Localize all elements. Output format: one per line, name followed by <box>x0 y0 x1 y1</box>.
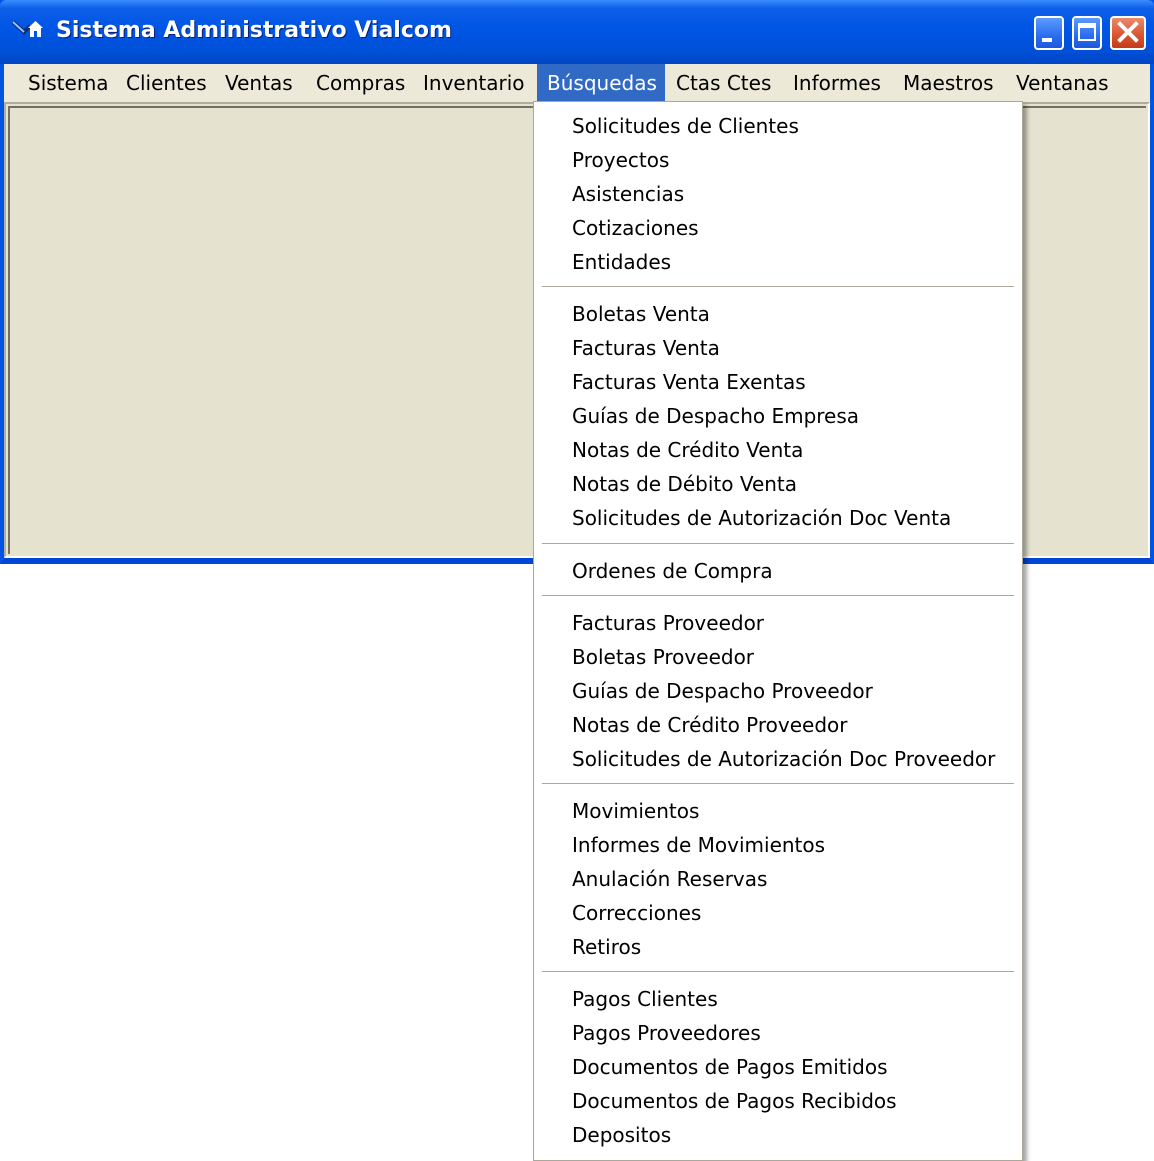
menu-item-notas-credito-proveedor[interactable]: Notas de Crédito Proveedor <box>572 708 848 742</box>
busquedas-dropdown-menu: Solicitudes de Clientes Proyectos Asiste… <box>533 101 1023 1161</box>
menu-informes[interactable]: Informes <box>783 64 891 102</box>
menu-separator <box>542 971 1014 973</box>
menu-maestros[interactable]: Maestros <box>893 64 1004 102</box>
close-button[interactable] <box>1110 16 1146 50</box>
menu-item-notas-credito-venta[interactable]: Notas de Crédito Venta <box>572 433 803 467</box>
maximize-icon <box>1078 23 1096 41</box>
menu-busquedas[interactable]: Búsquedas <box>537 64 665 102</box>
menu-ctas-ctes[interactable]: Ctas Ctes <box>666 64 781 102</box>
close-icon <box>1117 21 1139 43</box>
menu-separator <box>542 543 1014 545</box>
menu-item-boletas-venta[interactable]: Boletas Venta <box>572 297 710 331</box>
menu-item-ordenes-de-compra[interactable]: Ordenes de Compra <box>572 554 773 588</box>
menu-item-proyectos[interactable]: Proyectos <box>572 143 669 177</box>
menu-item-solicitudes-autorizacion-doc-venta[interactable]: Solicitudes de Autorización Doc Venta <box>572 501 951 535</box>
menu-item-documentos-pagos-emitidos[interactable]: Documentos de Pagos Emitidos <box>572 1050 888 1084</box>
menu-item-facturas-venta[interactable]: Facturas Venta <box>572 331 720 365</box>
menu-bar: Sistema Clientes Ventas Compras Inventar… <box>4 64 1150 102</box>
menu-item-anulacion-reservas[interactable]: Anulación Reservas <box>572 862 767 896</box>
app-icon <box>11 20 43 37</box>
menu-item-correcciones[interactable]: Correcciones <box>572 896 701 930</box>
menu-item-solicitudes-autorizacion-doc-proveedor[interactable]: Solicitudes de Autorización Doc Proveedo… <box>572 742 995 776</box>
menu-item-pagos-clientes[interactable]: Pagos Clientes <box>572 982 718 1016</box>
menu-item-pagos-proveedores[interactable]: Pagos Proveedores <box>572 1016 761 1050</box>
maximize-button[interactable] <box>1072 16 1102 50</box>
menu-item-entidades[interactable]: Entidades <box>572 245 671 279</box>
menu-item-cotizaciones[interactable]: Cotizaciones <box>572 211 699 245</box>
window-title: Sistema Administrativo Vialcom <box>56 18 452 43</box>
menu-ventas[interactable]: Ventas <box>215 64 303 102</box>
menu-item-retiros[interactable]: Retiros <box>572 930 641 964</box>
menu-item-depositos[interactable]: Depositos <box>572 1118 671 1152</box>
menu-separator <box>542 595 1014 597</box>
menu-item-movimientos[interactable]: Movimientos <box>572 794 699 828</box>
minimize-icon <box>1042 38 1052 42</box>
menu-compras[interactable]: Compras <box>306 64 415 102</box>
menu-item-boletas-proveedor[interactable]: Boletas Proveedor <box>572 640 754 674</box>
menu-separator <box>542 286 1014 288</box>
title-bar[interactable]: Sistema Administrativo Vialcom <box>0 0 1154 64</box>
menu-item-notas-debito-venta[interactable]: Notas de Débito Venta <box>572 467 797 501</box>
menu-item-facturas-proveedor[interactable]: Facturas Proveedor <box>572 606 764 640</box>
menu-item-guias-despacho-proveedor[interactable]: Guías de Despacho Proveedor <box>572 674 873 708</box>
menu-item-solicitudes-de-clientes[interactable]: Solicitudes de Clientes <box>572 109 799 143</box>
menu-item-informes-de-movimientos[interactable]: Informes de Movimientos <box>572 828 825 862</box>
menu-inventario[interactable]: Inventario <box>413 64 535 102</box>
menu-sistema[interactable]: Sistema <box>18 64 119 102</box>
menu-item-asistencias[interactable]: Asistencias <box>572 177 684 211</box>
minimize-button[interactable] <box>1034 16 1064 50</box>
menu-item-facturas-venta-exentas[interactable]: Facturas Venta Exentas <box>572 365 806 399</box>
menu-separator <box>542 783 1014 785</box>
menu-ventanas[interactable]: Ventanas <box>1006 64 1119 102</box>
menu-item-documentos-pagos-recibidos[interactable]: Documentos de Pagos Recibidos <box>572 1084 897 1118</box>
menu-item-guias-despacho-empresa[interactable]: Guías de Despacho Empresa <box>572 399 859 433</box>
menu-clientes[interactable]: Clientes <box>116 64 217 102</box>
